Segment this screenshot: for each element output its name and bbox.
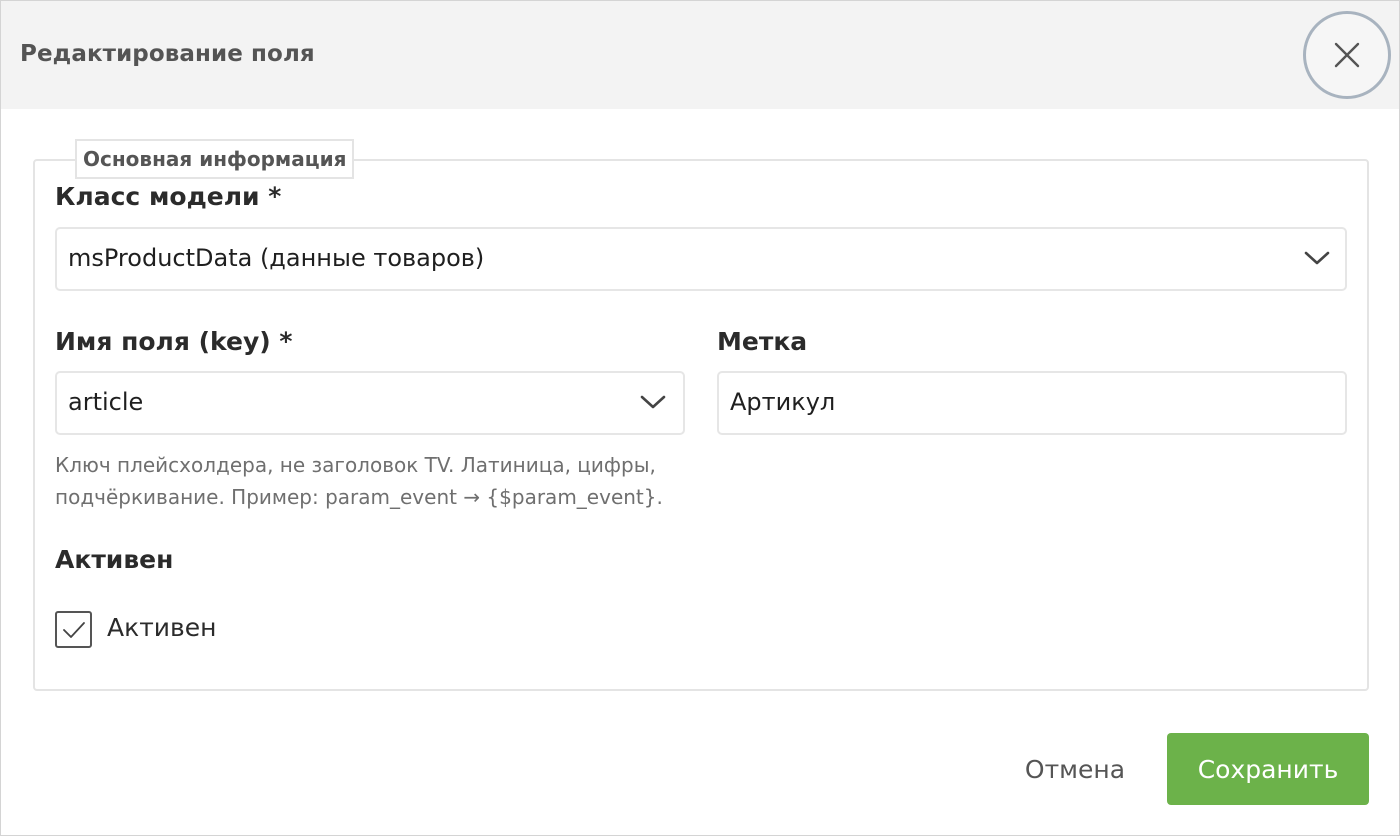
label-input[interactable]: Артикул (717, 371, 1347, 435)
dialog-title: Редактирование поля (20, 41, 315, 67)
label-field-label: Метка (717, 327, 808, 356)
chevron-down-icon (1304, 251, 1330, 265)
model-class-select[interactable]: msProductData (данные товаров) (55, 227, 1347, 291)
field-key-label: Имя поля (key) * (55, 327, 293, 356)
field-key-select[interactable]: article (55, 371, 685, 435)
help-text-line: подчёркивание. Пример: param_event → {$p… (55, 485, 663, 509)
model-class-label: Класс модели * (55, 182, 282, 211)
model-class-value: msProductData (данные товаров) (68, 244, 485, 272)
close-icon (1334, 42, 1360, 68)
help-text-line: Ключ плейсхолдера, не заголовок TV. Лати… (55, 453, 656, 477)
active-checkbox[interactable] (55, 611, 92, 648)
field-key-value: article (68, 388, 144, 416)
field-key-help-text: Ключ плейсхолдера, не заголовок TV. Лати… (55, 449, 695, 513)
dialog-header: Редактирование поля (1, 1, 1399, 109)
edit-field-dialog: Редактирование поля Основная информация … (0, 0, 1400, 836)
close-button[interactable] (1303, 11, 1391, 99)
active-checkbox-label[interactable]: Активен (107, 613, 216, 642)
active-section-label: Активен (55, 545, 174, 574)
save-button[interactable]: Сохранить (1167, 733, 1369, 805)
fieldset-legend: Основная информация (75, 139, 355, 179)
cancel-button[interactable]: Отмена (1011, 733, 1139, 805)
checkmark-icon (62, 621, 85, 638)
chevron-down-icon (640, 395, 666, 409)
